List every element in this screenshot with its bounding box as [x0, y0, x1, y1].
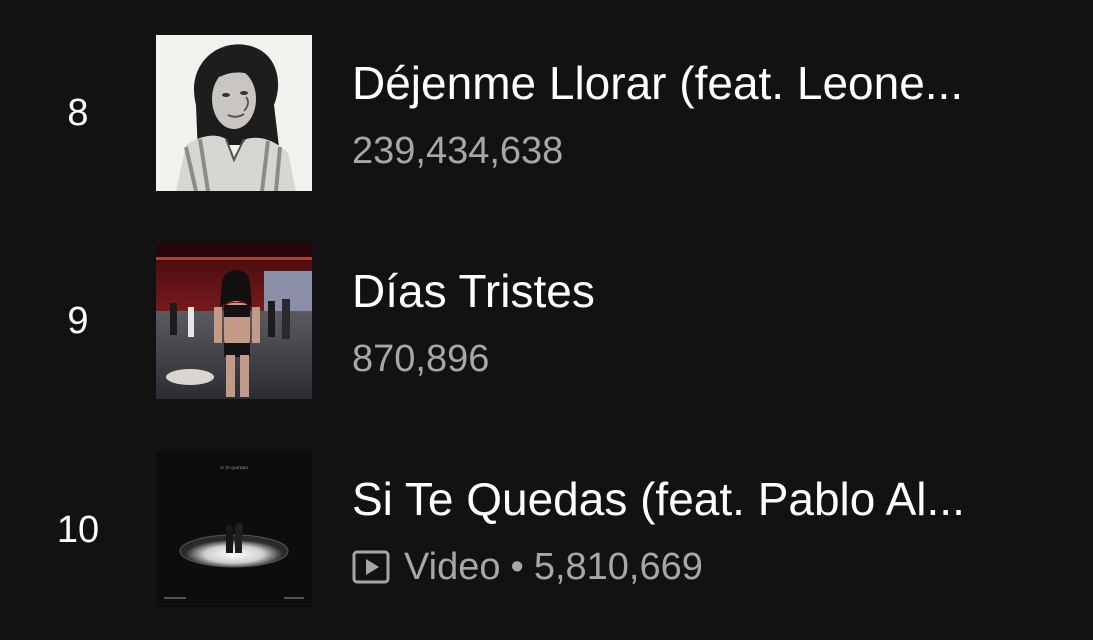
- spotlight-stage-cover-art: SI TE QUEDAS: [156, 451, 312, 607]
- video-play-icon: [352, 548, 390, 586]
- red-room-cover-art: [156, 243, 312, 399]
- track-title: Días Tristes: [352, 265, 595, 317]
- track-row-10[interactable]: 10 SI TE QUEDAS Si Te Quedas (feat. Pabl…: [0, 451, 1093, 607]
- track-row-9[interactable]: 9 Días Tristes 870,896: [0, 243, 1093, 399]
- track-number: 10: [56, 509, 100, 551]
- cover-text: SI TE QUEDAS: [220, 465, 248, 470]
- album-cover-image: [156, 243, 312, 399]
- play-count: 870,896: [352, 338, 490, 380]
- play-count: 239,434,638: [352, 130, 564, 172]
- track-number: 9: [67, 300, 89, 342]
- album-cover-image: SI TE QUEDAS: [156, 451, 312, 607]
- play-count: 5,810,669: [533, 546, 703, 588]
- portrait-cover-art: [156, 35, 312, 191]
- album-cover-image: [156, 35, 312, 191]
- track-title: Si Te Quedas (feat. Pablo Al...: [352, 473, 965, 525]
- track-meta: 870,896: [352, 337, 489, 381]
- track-meta: 239,434,638: [352, 129, 563, 173]
- track-row-8[interactable]: 8 Déjenme Llorar (feat. Leone... 239,434…: [0, 35, 1093, 191]
- separator-dot: •: [510, 546, 524, 588]
- track-list: 8 Déjenme Llorar (feat. Leone... 239,434…: [0, 0, 1093, 640]
- video-label: Video: [404, 546, 501, 588]
- track-number: 8: [67, 92, 89, 134]
- track-title: Déjenme Llorar (feat. Leone...: [352, 57, 964, 109]
- track-meta: Video • 5,810,669: [352, 545, 703, 589]
